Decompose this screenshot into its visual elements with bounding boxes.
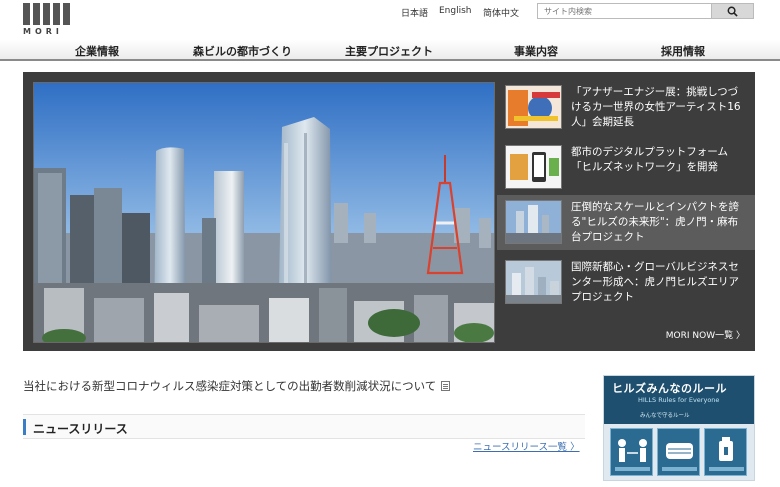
hero-news-item[interactable]: 都市のデジタルプラットフォーム「ヒルズネットワーク」を開発 <box>497 140 755 194</box>
banner-cards <box>610 428 747 476</box>
hand-sanitizer-icon <box>704 428 747 476</box>
covid-notice[interactable]: 当社における新型コロナウィルス感染症対策としての出勤者数削減状況について <box>23 378 451 394</box>
hero-news-text: 都市のデジタルプラットフォーム「ヒルズネットワーク」を開発 <box>571 146 728 173</box>
mask-icon <box>657 428 700 476</box>
mori-logo[interactable]: MORI <box>23 3 73 37</box>
hills-rules-banner[interactable]: ヒルズみんなのルール HILLS Rules for Everyone みんなで… <box>603 375 755 481</box>
hero-section: 「アナザーエナジー展：挑戦しつづけるカ一世界の女性アーティスト16人」会期延長 … <box>23 72 755 351</box>
nav-major-projects[interactable]: 主要プロジェクト <box>345 43 433 59</box>
lang-english-link[interactable]: English <box>439 6 472 16</box>
hero-news-item[interactable]: 「アナザーエナジー展：挑戦しつづけるカ一世界の女性アーティスト16人」会期延長 <box>497 80 755 135</box>
news-thumb-image <box>505 85 562 129</box>
hero-news-item-active[interactable]: 圧倒的なスケールとインパクトを誇る"ヒルズの未来形"：虎ノ門・麻布台プロジェクト <box>497 195 755 250</box>
news-release-header: ニュースリリース <box>23 414 585 439</box>
lang-japanese-link[interactable]: 日本語 <box>401 6 428 19</box>
search-icon <box>727 6 738 17</box>
global-nav: 企業情報 森ビルの都市づくり 主要プロジェクト 事業内容 採用情報 <box>0 40 780 61</box>
news-thumb-image <box>505 145 562 189</box>
nav-business[interactable]: 事業内容 <box>514 43 558 59</box>
site-search <box>537 3 754 19</box>
hero-news-text: 圧倒的なスケールとインパクトを誇る"ヒルズの未来形"：虎ノ門・麻布台プロジェクト <box>571 201 739 243</box>
mori-logo-mark-icon <box>23 3 73 25</box>
nav-recruit[interactable]: 採用情報 <box>661 43 705 59</box>
mori-now-list-link[interactable]: MORI NOW一覧 〉 <box>666 328 745 341</box>
news-release-list-link[interactable]: ニュースリリース一覧 〉 <box>473 439 580 453</box>
social-distance-icon <box>610 428 653 476</box>
lang-chinese-link[interactable]: 简体中文 <box>483 6 519 19</box>
covid-notice-text: 当社における新型コロナウィルス感染症対策としての出勤者数削減状況について <box>23 379 437 393</box>
news-release-title: ニュースリリース <box>33 422 128 436</box>
hero-news-item[interactable]: 国際新都心・グローバルビジネスセンター形成へ：虎ノ門ヒルズエリアプロジェクト <box>497 255 755 310</box>
search-button[interactable] <box>711 4 753 18</box>
banner-strip: みんなで守るルール <box>604 410 754 424</box>
news-thumb-image <box>505 200 562 244</box>
search-input[interactable] <box>538 4 711 18</box>
banner-subtitle: HILLS Rules for Everyone <box>638 396 720 404</box>
nav-company-info[interactable]: 企業情報 <box>75 43 119 59</box>
logo-text: MORI <box>23 27 63 36</box>
pdf-icon <box>441 381 451 391</box>
banner-header: ヒルズみんなのルール HILLS Rules for Everyone <box>604 376 754 410</box>
banner-note: みんなで守るルール <box>640 413 690 419</box>
hero-news-text: 国際新都心・グローバルビジネスセンター形成へ：虎ノ門ヒルズエリアプロジェクト <box>571 261 739 303</box>
hero-news-text: 「アナザーエナジー展：挑戦しつづけるカ一世界の女性アーティスト16人」会期延長 <box>571 86 741 128</box>
banner-title: ヒルズみんなのルール <box>612 382 727 395</box>
header: MORI 日本語 English 简体中文 <box>0 0 780 40</box>
news-thumb-image <box>505 260 562 304</box>
hero-city-photo[interactable] <box>33 82 495 343</box>
nav-urban-development[interactable]: 森ビルの都市づくり <box>193 43 292 59</box>
tokyo-skyline-image <box>34 83 494 342</box>
